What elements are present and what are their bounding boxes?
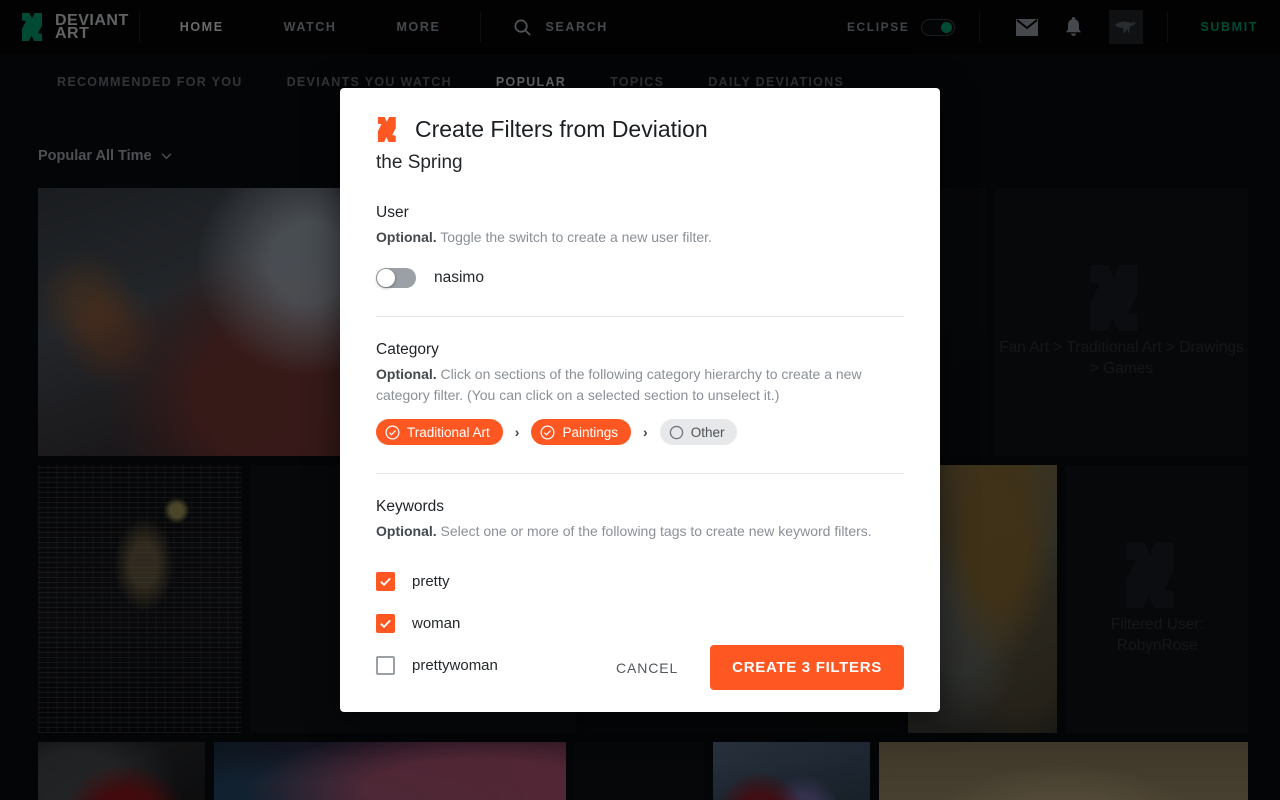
category-optional-label: Optional. — [376, 366, 437, 382]
modal-subtitle: the Spring — [376, 152, 463, 173]
user-filter-toggle-row: nasimo — [376, 268, 904, 288]
keyword-row-pretty[interactable]: pretty — [376, 560, 904, 602]
user-filter-switch[interactable] — [376, 268, 416, 288]
category-section: Category Optional. Click on sections of … — [376, 341, 904, 474]
user-section-heading: User — [376, 204, 409, 221]
category-pill-label: Other — [690, 424, 725, 440]
category-pill-label: Paintings — [562, 424, 619, 440]
check-icon — [380, 577, 391, 586]
category-hierarchy: Traditional Art › Paintings › Other — [376, 419, 904, 445]
category-pill-traditional-art[interactable]: Traditional Art — [376, 419, 503, 445]
section-divider-user — [376, 316, 904, 317]
keyword-checkbox-woman[interactable] — [376, 613, 395, 633]
user-section-description: Optional. Toggle the switch to create a … — [376, 227, 896, 248]
user-optional-label: Optional. — [376, 229, 437, 245]
user-filter-username: nasimo — [434, 269, 484, 286]
keyword-label: pretty — [412, 572, 450, 590]
category-section-heading: Category — [376, 341, 439, 358]
keywords-description-text: Select one or more of the following tags… — [436, 523, 872, 539]
modal-title: Create Filters from Deviation — [415, 116, 708, 142]
keywords-optional-label: Optional. — [376, 523, 437, 539]
check-circle-icon — [385, 425, 400, 439]
keyword-row-woman[interactable]: woman — [376, 602, 904, 644]
section-divider-category — [376, 473, 904, 474]
user-section: User Optional. Toggle the switch to crea… — [376, 204, 904, 317]
category-section-description: Optional. Click on sections of the follo… — [376, 364, 896, 406]
category-separator: › — [643, 424, 648, 440]
category-separator: › — [514, 424, 520, 440]
category-description-text: Click on sections of the following categ… — [376, 366, 862, 403]
keyword-checkbox-prettywoman[interactable] — [376, 655, 395, 675]
deviantart-mark-icon — [377, 117, 396, 142]
modal-footer: CANCEL CREATE 3 FILTERS — [602, 645, 904, 690]
keyword-checkbox-pretty[interactable] — [376, 571, 395, 591]
empty-circle-icon — [669, 425, 683, 439]
check-icon — [380, 619, 391, 628]
keyword-label: woman — [412, 614, 461, 632]
user-description-text: Toggle the switch to create a new user f… — [436, 229, 712, 245]
keywords-section-heading: Keywords — [376, 498, 445, 515]
user-filter-switch-knob — [377, 269, 395, 287]
cancel-button[interactable]: CANCEL — [602, 648, 692, 688]
app-screen: DEVIANT ART HOME WATCH MORE SEARCH ECLIP… — [0, 0, 1280, 800]
create-filters-modal: Create Filters from Deviation the Spring… — [340, 88, 940, 712]
keyword-label: prettywoman — [412, 656, 498, 674]
keywords-section-description: Optional. Select one or more of the foll… — [376, 521, 896, 542]
category-pill-other[interactable]: Other — [659, 419, 738, 445]
category-pill-paintings[interactable]: Paintings — [531, 419, 632, 445]
modal-title-row: Create Filters from Deviation — [376, 116, 904, 143]
category-pill-label: Traditional Art — [407, 424, 490, 440]
create-filters-button[interactable]: CREATE 3 FILTERS — [710, 645, 904, 690]
check-circle-icon — [540, 425, 555, 439]
